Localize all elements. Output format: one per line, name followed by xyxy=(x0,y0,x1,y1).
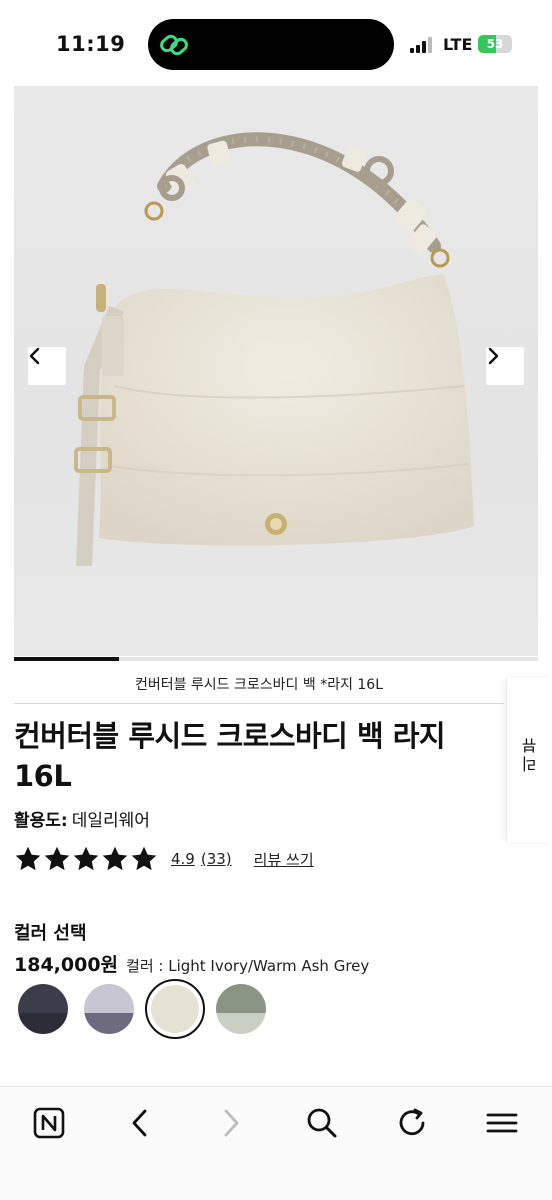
gallery-progress xyxy=(14,657,538,661)
battery-icon: 53 xyxy=(478,35,512,53)
browser-toolbar xyxy=(0,1086,552,1200)
bag-illustration xyxy=(74,132,474,566)
image-caption: 컨버터블 루시드 크로스바디 백 *라지 16L xyxy=(134,677,384,693)
star-icon xyxy=(15,846,41,871)
forward-button[interactable] xyxy=(211,1103,251,1143)
naver-home-button[interactable] xyxy=(29,1103,69,1143)
search-button[interactable] xyxy=(302,1103,342,1143)
chevron-left-icon xyxy=(29,347,40,365)
star-icon xyxy=(44,846,70,871)
refresh-button[interactable] xyxy=(392,1103,432,1143)
naver-home-icon xyxy=(33,1107,65,1139)
price: 184,000원 xyxy=(14,954,119,976)
product-title: 컨버터블 루시드 크로스바디 백 라지 16L xyxy=(14,719,446,793)
color-swatch-fill xyxy=(151,985,199,1033)
color-swatch-sage-green[interactable] xyxy=(216,984,266,1034)
battery-percent: 53 xyxy=(486,37,504,51)
network-type: LTE xyxy=(443,35,473,54)
dynamic-island xyxy=(148,19,394,70)
review-side-tab[interactable]: 리뷰 xyxy=(506,678,552,842)
search-icon xyxy=(307,1108,337,1138)
status-time: 11:19 xyxy=(56,32,126,56)
menu-icon xyxy=(486,1113,518,1133)
star-icon xyxy=(131,846,157,871)
star-icon xyxy=(102,846,128,871)
product-image[interactable] xyxy=(14,86,538,656)
refresh-icon xyxy=(399,1108,425,1136)
review-count-link[interactable]: (33) xyxy=(201,850,232,868)
usage-value: 데일리웨어 xyxy=(71,811,150,831)
write-review-link[interactable]: 리뷰 쓰기 xyxy=(254,849,314,870)
price-row: 184,000원 컬러 : Light Ivory/Warm Ash Grey xyxy=(14,950,369,977)
chevron-right-icon xyxy=(488,347,499,365)
color-swatch-light-ivory-warm-ash-grey[interactable] xyxy=(145,979,205,1039)
review-side-tab-label: 리뷰 xyxy=(521,736,540,772)
previous-image-button[interactable] xyxy=(28,347,66,385)
signal-icon xyxy=(410,37,436,53)
color-swatch-lavender-grey[interactable] xyxy=(84,984,134,1034)
link-app-icon xyxy=(160,34,188,56)
back-button[interactable] xyxy=(120,1103,160,1143)
gallery-progress-fill xyxy=(14,657,119,661)
status-bar: 11:19 LTE 53 xyxy=(0,0,552,86)
rating-value[interactable]: 4.9 xyxy=(171,850,195,868)
usage-label: 활용도: xyxy=(14,811,68,831)
color-swatch-dark-navy-logo[interactable] xyxy=(18,984,68,1034)
back-icon xyxy=(132,1109,147,1137)
divider xyxy=(14,703,504,704)
star-rating xyxy=(14,845,158,873)
color-select-heading: 컬러 선택 xyxy=(14,923,87,944)
selected-color-label: 컬러 : Light Ivory/Warm Ash Grey xyxy=(126,957,370,975)
forward-icon xyxy=(224,1109,239,1137)
menu-button[interactable] xyxy=(482,1103,522,1143)
usage-row: 활용도: 데일리웨어 xyxy=(14,806,150,831)
next-image-button[interactable] xyxy=(486,347,524,385)
rating-row: 4.9 (33) 리뷰 쓰기 xyxy=(14,844,314,874)
color-swatches xyxy=(18,979,278,1039)
star-icon xyxy=(73,846,99,871)
